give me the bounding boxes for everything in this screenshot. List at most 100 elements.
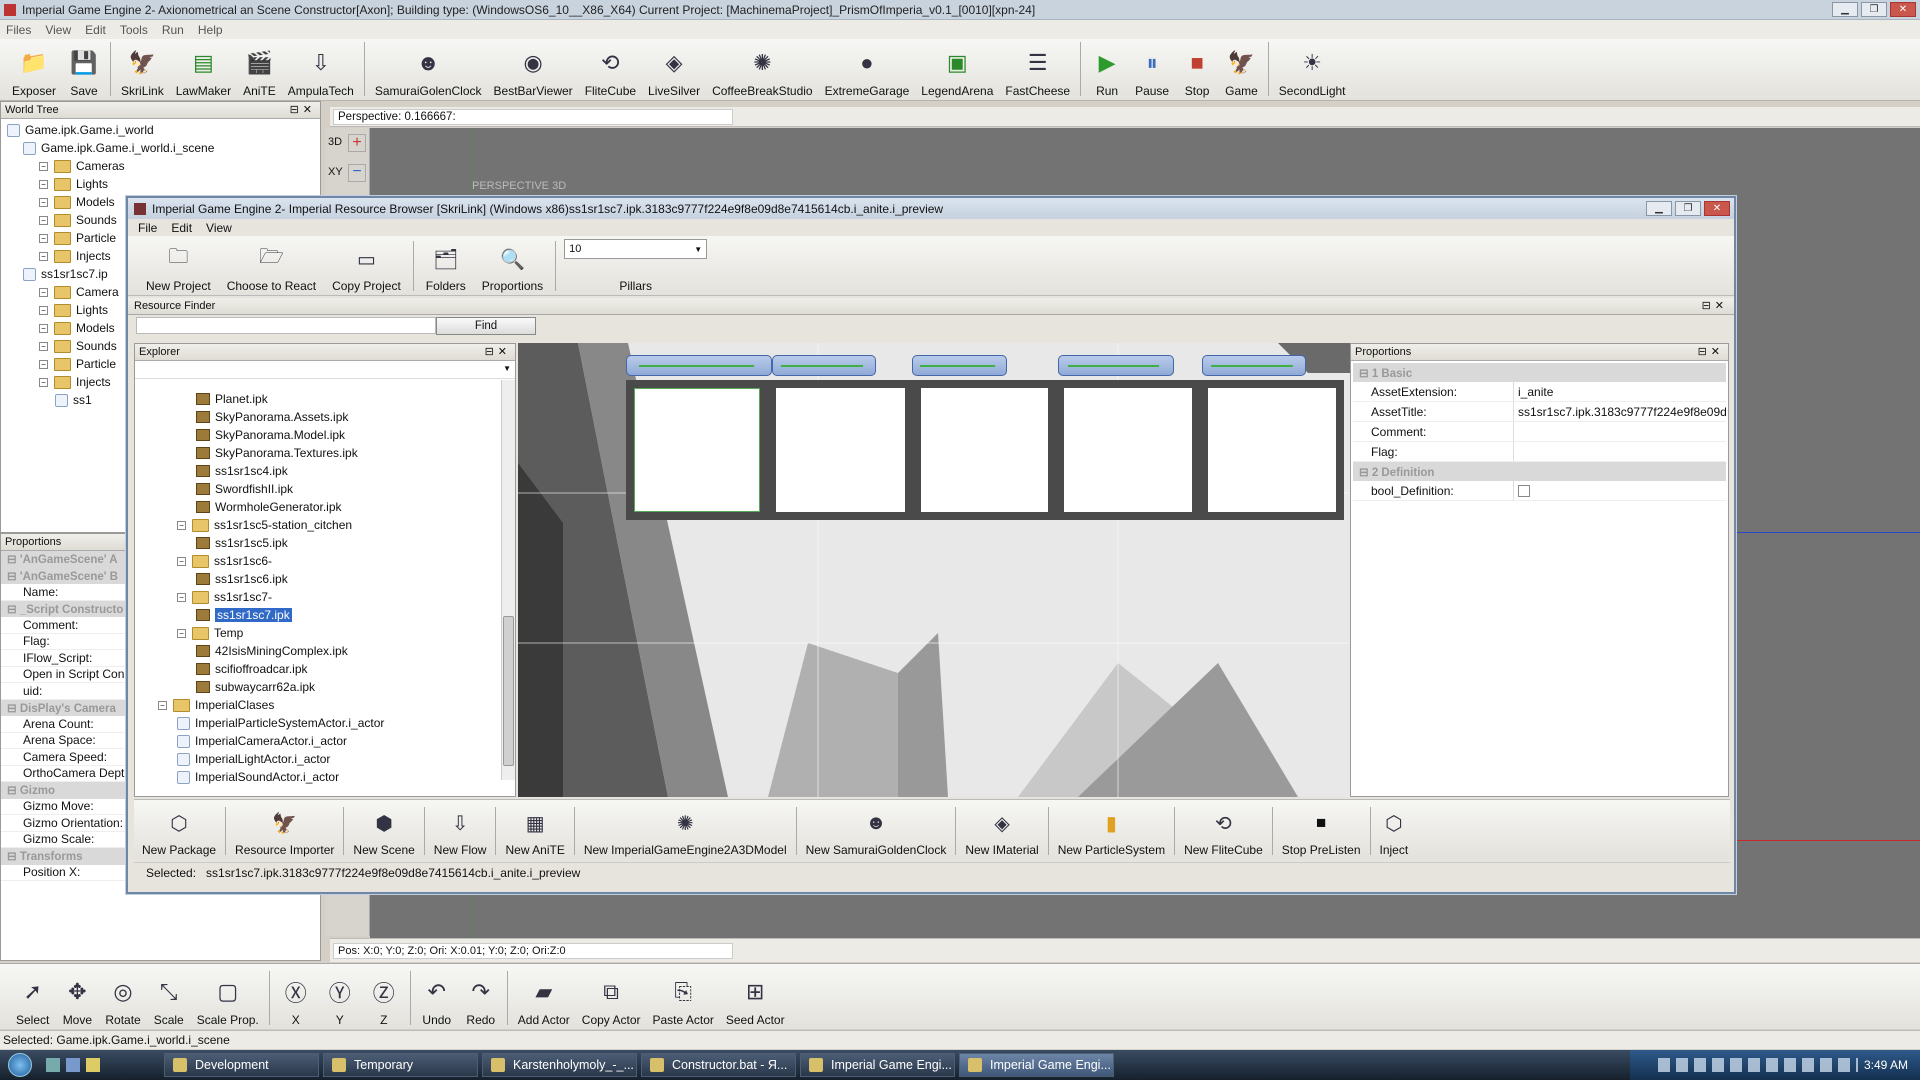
property-value[interactable]: ss1sr1sc7.ipk.3183c9777f224e9f8e09d8 — [1513, 402, 1726, 421]
expander-icon[interactable]: − — [177, 556, 186, 566]
property-row[interactable]: AssetExtension: i_anite — [1353, 382, 1726, 402]
new-particlesystem-button[interactable]: ▮ New ParticleSystem — [1050, 805, 1173, 859]
pillars-select[interactable]: 10 ▼ — [564, 239, 708, 259]
menu-tools[interactable]: Tools — [120, 23, 148, 37]
resource-search-input[interactable] — [136, 317, 436, 334]
new-package-button[interactable]: ⬡ New Package — [134, 805, 224, 859]
new-flitecube-button[interactable]: ⟲ New FliteCube — [1176, 805, 1271, 859]
dialog-menu-view[interactable]: View — [206, 221, 232, 235]
minimize-button[interactable]: ▁ — [1832, 2, 1858, 17]
checkbox[interactable] — [1518, 484, 1530, 497]
new-scene-button[interactable]: ⬢ New Scene — [345, 805, 422, 859]
z-tool-button[interactable]: Ⓩ Z — [362, 967, 406, 1029]
new-anite-button[interactable]: ▦ New AniTE — [497, 805, 572, 859]
clock[interactable]: 3:49 AM — [1864, 1058, 1908, 1072]
fastcheese-button[interactable]: ☰ FastCheese — [999, 40, 1076, 100]
tree-item[interactable]: ImperialLightActor.i_actor — [139, 750, 499, 768]
new-imaterial-button[interactable]: ◈ New IMaterial — [957, 805, 1046, 859]
undo-tool-button[interactable]: ↶ Undo — [415, 967, 459, 1029]
tray-icons[interactable] — [1657, 1058, 1858, 1072]
property-value[interactable] — [1513, 442, 1726, 461]
expander-icon[interactable]: − — [39, 197, 48, 207]
flitecube-button[interactable]: ⟲ FliteCube — [579, 40, 642, 100]
dialog-menu-file[interactable]: File — [138, 221, 157, 235]
tree-item[interactable]: ss1sr1sc6.ipk — [139, 570, 499, 588]
property-value[interactable] — [1513, 481, 1726, 500]
tree-item[interactable]: Planet.ipk — [139, 390, 499, 408]
property-category[interactable]: ⊟ 2 Definition — [1353, 462, 1726, 481]
explorer-path-select[interactable]: ▼ — [135, 361, 515, 379]
property-row[interactable]: AssetTitle: ss1sr1sc7.ipk.3183c9777f224e9… — [1353, 402, 1726, 422]
scale-prop-tool-button[interactable]: ▢ Scale Prop. — [191, 967, 265, 1029]
stop-prelisten-button[interactable]: ⏹ Stop PreListen — [1274, 805, 1369, 859]
expander-icon[interactable]: − — [39, 251, 48, 261]
taskbar-item[interactable]: Karstenholymoly_-_... — [482, 1053, 637, 1077]
legendarena-button[interactable]: ▣ LegendArena — [915, 40, 999, 100]
expander-icon[interactable]: − — [177, 592, 186, 602]
game-button[interactable]: 🦅 Game — [1219, 40, 1264, 100]
lawmaker-button[interactable]: ▤ LawMaker — [170, 40, 237, 100]
restore-button[interactable]: ❐ — [1861, 2, 1887, 17]
preview-canvas[interactable] — [518, 343, 1354, 797]
tree-item[interactable]: ImperialParticleSystemActor.i_actor — [139, 714, 499, 732]
tree-item[interactable]: − Cameras — [7, 157, 320, 175]
tree-item[interactable]: − Lights — [7, 175, 320, 193]
extremegarage-button[interactable]: ● ExtremeGarage — [819, 40, 916, 100]
tree-item[interactable]: subwaycarr62a.ipk — [139, 678, 499, 696]
coffeebreakstudio-button[interactable]: ✺ CoffeeBreakStudio — [706, 40, 819, 100]
new-project-button[interactable]: 🗀 New Project — [138, 241, 219, 295]
expander-icon[interactable]: − — [39, 179, 48, 189]
add-icon[interactable]: + — [348, 134, 366, 152]
menu-files[interactable]: Files — [6, 23, 31, 37]
taskbar-item[interactable]: Temporary — [323, 1053, 478, 1077]
samuraigolenclock-button[interactable]: ☻ SamuraiGolenClock — [369, 40, 488, 100]
tree-item[interactable]: ss1sr1sc4.ipk — [139, 462, 499, 480]
skrilink-button[interactable]: 🦅 SkriLink — [115, 40, 170, 100]
livesilver-button[interactable]: ◈ LiveSilver — [642, 40, 706, 100]
anite-button[interactable]: 🎬 AniTE — [237, 40, 282, 100]
tree-item[interactable]: − ss1sr1sc7- — [139, 588, 499, 606]
redo-tool-button[interactable]: ↷ Redo — [459, 967, 503, 1029]
tree-item[interactable]: Game.ipk.Game.i_world.i_scene — [7, 139, 320, 157]
start-button[interactable] — [0, 1050, 40, 1080]
new-samuraigoldenclock-button[interactable]: ☻ New SamuraiGoldenClock — [798, 805, 955, 859]
tree-item[interactable]: 42IsisMiningComplex.ipk — [139, 642, 499, 660]
expander-icon[interactable]: − — [39, 377, 48, 387]
run-button[interactable]: ▶ Run — [1085, 40, 1129, 100]
expander-icon[interactable]: − — [39, 161, 48, 171]
ampulatech-button[interactable]: ⇩ AmpulaTech — [282, 40, 360, 100]
new-flow-button[interactable]: ⇩ New Flow — [426, 805, 495, 859]
minus-icon[interactable]: − — [348, 164, 366, 182]
exposer-button[interactable]: 📁 Exposer — [6, 40, 62, 100]
pillar-cell[interactable] — [1200, 380, 1344, 520]
tree-item[interactable]: ImperialSoundActor.i_actor — [139, 768, 499, 786]
tree-item[interactable]: ImperialCameraActor.i_actor — [139, 732, 499, 750]
property-row[interactable]: Comment: — [1353, 422, 1726, 442]
menu-view[interactable]: View — [45, 23, 71, 37]
add-actor-tool-button[interactable]: ▰ Add Actor — [512, 967, 576, 1029]
tree-item[interactable]: SkyPanorama.Textures.ipk — [139, 444, 499, 462]
taskbar-item[interactable]: Imperial Game Engi... — [800, 1053, 955, 1077]
scale-tool-button[interactable]: ⤡ Scale — [147, 967, 191, 1029]
explorer-scrollbar[interactable] — [501, 380, 515, 780]
bestbarviewer-button[interactable]: ◉ BestBarViewer — [488, 40, 579, 100]
tree-item[interactable]: SwordfishII.ipk — [139, 480, 499, 498]
tree-item[interactable]: SkyPanorama.Model.ipk — [139, 426, 499, 444]
paste-actor-tool-button[interactable]: ⎘ Paste Actor — [647, 967, 720, 1029]
pillar-cell[interactable] — [1056, 380, 1200, 520]
secondlight-button[interactable]: ☀ SecondLight — [1273, 40, 1352, 100]
mode-xy-button[interactable]: XY — [328, 166, 343, 178]
expander-icon[interactable]: − — [39, 323, 48, 333]
property-value[interactable] — [1513, 422, 1726, 441]
show-desktop-icon[interactable] — [46, 1058, 60, 1072]
expander-icon[interactable]: − — [39, 341, 48, 351]
panel-controls[interactable]: ⊟✕ — [290, 103, 316, 116]
menu-help[interactable]: Help — [198, 23, 223, 37]
finder-panel-controls[interactable]: ⊟✕ — [1702, 299, 1728, 312]
pillar-cell[interactable] — [913, 380, 1056, 520]
property-category[interactable]: ⊟ 1 Basic — [1353, 363, 1726, 382]
tree-item[interactable]: − ss1sr1sc5-station_citchen — [139, 516, 499, 534]
close-button[interactable]: ✕ — [1890, 2, 1916, 17]
tree-item[interactable]: WormholeGenerator.ipk — [139, 498, 499, 516]
tree-item[interactable]: − ss1sr1sc6- — [139, 552, 499, 570]
